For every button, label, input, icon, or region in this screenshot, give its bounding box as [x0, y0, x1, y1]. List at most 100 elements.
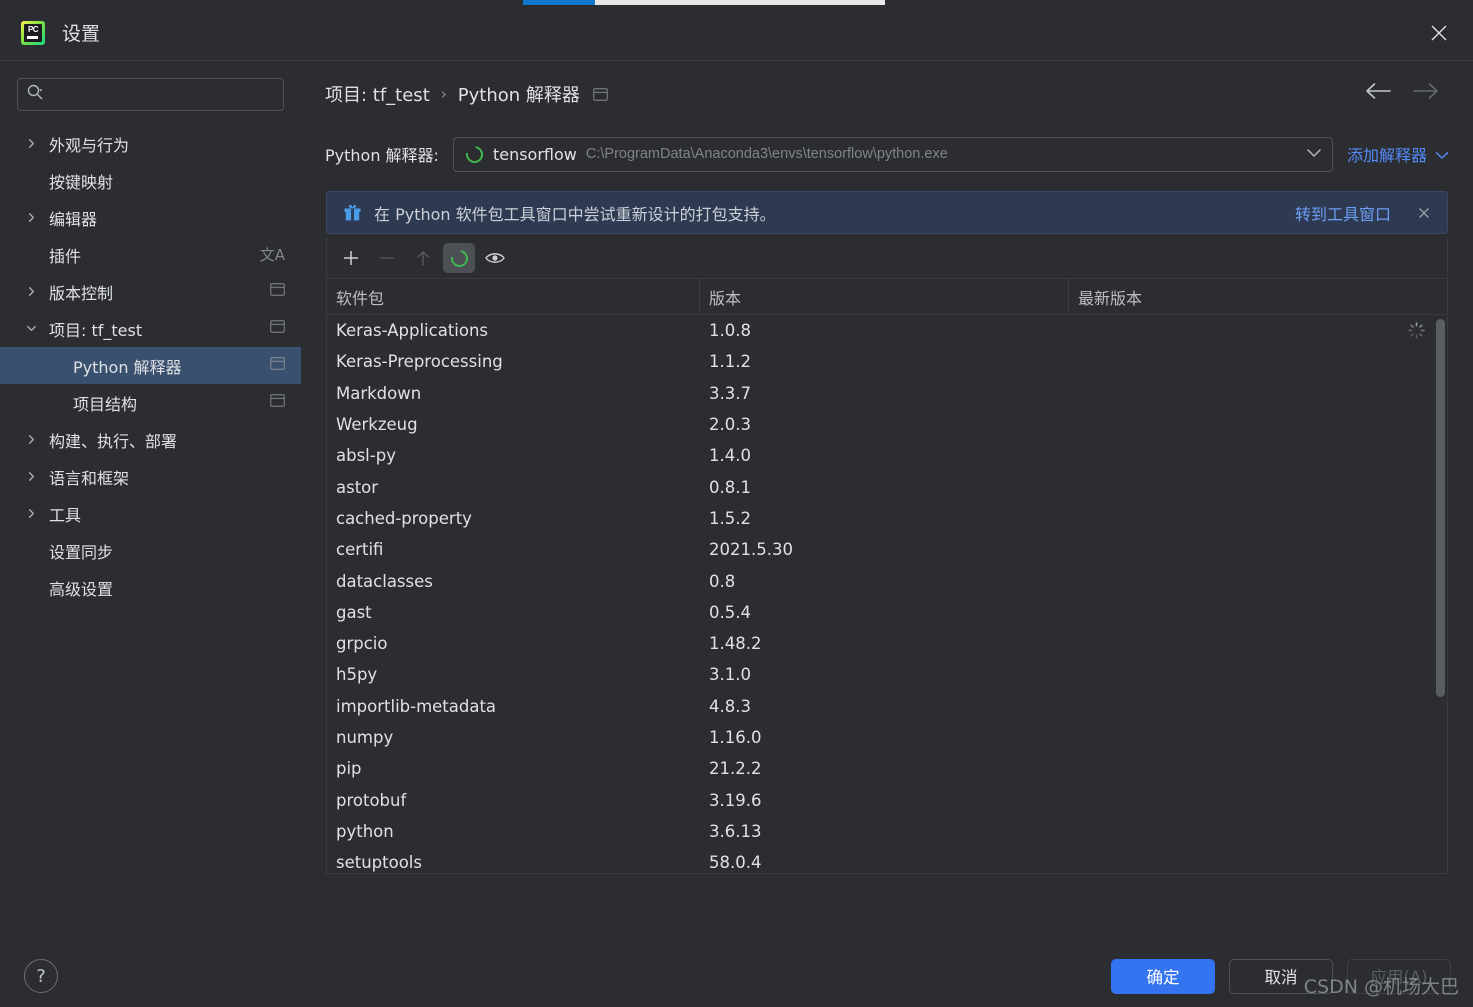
packages-row-list: Keras-Applications 1.0.8 Keras-Preprocessi…: [327, 315, 1437, 873]
table-row[interactable]: Keras-Applications 1.0.8: [327, 315, 1437, 346]
close-icon[interactable]: [1422, 16, 1456, 50]
sidebar-item-label: 语言和框架: [49, 468, 130, 488]
chevron-right-icon[interactable]: [24, 137, 38, 151]
chevron-down-icon[interactable]: [24, 322, 38, 336]
ok-button[interactable]: 确定: [1111, 958, 1215, 994]
cell-name: protobuf: [336, 790, 407, 810]
help-button[interactable]: ?: [24, 959, 58, 993]
table-row[interactable]: protobuf 3.19.6: [327, 784, 1437, 815]
project-level-settings-icon: [270, 282, 285, 301]
project-level-settings-icon: [592, 87, 608, 101]
search-box[interactable]: [17, 78, 284, 111]
sidebar-item-label: 设置同步: [49, 542, 114, 562]
sidebar-item-7[interactable]: 项目结构: [0, 384, 301, 421]
upgrade-package-button[interactable]: [407, 243, 439, 273]
table-row[interactable]: python 3.6.13: [327, 816, 1437, 847]
sidebar-item-label: 高级设置: [49, 579, 114, 599]
cancel-button[interactable]: 取消: [1229, 958, 1333, 994]
search-icon: [26, 83, 44, 106]
arrow-right-icon[interactable]: [1413, 82, 1439, 100]
table-row[interactable]: pip 21.2.2: [327, 753, 1437, 784]
cell-version: 0.5.4: [709, 602, 751, 622]
column-header-latest[interactable]: 最新版本: [1069, 279, 1447, 314]
sidebar-item-12[interactable]: 高级设置: [0, 569, 301, 606]
cell-version: 3.19.6: [709, 790, 762, 810]
sidebar-item-4[interactable]: 版本控制: [0, 273, 301, 310]
sidebar-item-2[interactable]: 编辑器: [0, 199, 301, 236]
breadcrumb: 项目: tf_test › Python 解释器: [301, 61, 1473, 127]
banner-close-icon[interactable]: [1413, 202, 1435, 224]
sidebar-item-label: 项目结构: [73, 394, 138, 414]
arrow-left-icon[interactable]: [1365, 82, 1391, 100]
chevron-right-icon[interactable]: [24, 433, 38, 447]
cell-version: 1.5.2: [709, 508, 751, 528]
table-row[interactable]: astor 0.8.1: [327, 471, 1437, 502]
breadcrumb-current: Python 解释器: [457, 85, 580, 106]
table-row[interactable]: Keras-Preprocessing 1.1.2: [327, 346, 1437, 377]
table-row[interactable]: cached-property 1.5.2: [327, 503, 1437, 534]
interpreter-name: tensorflow: [492, 144, 577, 164]
cell-version: 1.0.8: [709, 321, 751, 341]
settings-dialog: PC 设置 外观与行为 按键映射 编辑器 插件 文A 版本控制 项目: tf_t…: [0, 0, 1473, 1007]
sidebar-item-1[interactable]: 按键映射: [0, 162, 301, 199]
column-header-version[interactable]: 版本: [700, 279, 1069, 314]
packages-table-header: 软件包 版本 最新版本: [327, 279, 1447, 315]
sidebar-item-9[interactable]: 语言和框架: [0, 458, 301, 495]
project-level-settings-icon: [270, 356, 285, 375]
cell-name: importlib-metadata: [336, 696, 497, 716]
cell-name: Markdown: [336, 383, 422, 403]
table-row[interactable]: numpy 1.16.0: [327, 722, 1437, 753]
title-bar: PC 设置: [0, 5, 1473, 60]
conda-env-icon: [447, 246, 471, 270]
chevron-right-icon[interactable]: [24, 507, 38, 521]
table-row[interactable]: Werkzeug 2.0.3: [327, 409, 1437, 440]
sidebar-item-0[interactable]: 外观与行为: [0, 125, 301, 162]
column-header-package[interactable]: 软件包: [327, 279, 700, 314]
sidebar-item-3[interactable]: 插件 文A: [0, 236, 301, 273]
add-package-button[interactable]: [335, 243, 367, 273]
sidebar-item-6[interactable]: Python 解释器: [0, 347, 301, 384]
go-to-tool-window-link[interactable]: 转到工具窗口: [1295, 201, 1391, 225]
add-interpreter-button[interactable]: 添加解释器: [1347, 142, 1449, 166]
packages-scrollbar[interactable]: [1436, 315, 1445, 873]
cell-version: 1.16.0: [709, 728, 762, 747]
cell-version: 1.48.2: [709, 634, 762, 654]
sidebar-item-8[interactable]: 构建、执行、部署: [0, 421, 301, 458]
show-early-releases-button[interactable]: [479, 243, 511, 273]
sidebar-item-11[interactable]: 设置同步: [0, 532, 301, 569]
apply-button[interactable]: 应用(A): [1347, 958, 1451, 994]
table-row[interactable]: importlib-metadata 4.8.3: [327, 691, 1437, 722]
remove-package-button[interactable]: [371, 243, 403, 273]
table-row[interactable]: grpcio 1.48.2: [327, 628, 1437, 659]
table-row[interactable]: gast 0.5.4: [327, 597, 1437, 628]
table-row[interactable]: Markdown 3.3.7: [327, 378, 1437, 409]
table-row[interactable]: h5py 3.1.0: [327, 659, 1437, 690]
chevron-down-icon: [1435, 145, 1449, 164]
chevron-right-icon[interactable]: [24, 470, 38, 484]
cell-name: grpcio: [336, 634, 388, 654]
cell-version: 4.8.3: [709, 696, 751, 716]
cell-name: Keras-Applications: [336, 321, 489, 341]
table-row[interactable]: absl-py 1.4.0: [327, 440, 1437, 471]
table-row[interactable]: dataclasses 0.8: [327, 565, 1437, 596]
cell-version: 3.6.13: [709, 821, 762, 841]
breadcrumb-parent[interactable]: 项目: tf_test: [325, 81, 430, 107]
chevron-right-icon[interactable]: [24, 211, 38, 225]
sidebar-item-label: 外观与行为: [49, 135, 130, 155]
table-row[interactable]: certifi 2021.5.30: [327, 534, 1437, 565]
cell-version: 0.8.1: [709, 477, 751, 497]
packages-scrollbar-thumb[interactable]: [1436, 319, 1445, 697]
chevron-right-icon[interactable]: [24, 285, 38, 299]
conda-env-icon: [462, 142, 487, 166]
cell-name: dataclasses: [336, 571, 433, 591]
cell-name: gast: [336, 602, 372, 622]
interpreter-combo[interactable]: tensorflow C:\ProgramData\Anaconda3\envs…: [452, 136, 1333, 172]
sidebar-item-5[interactable]: 项目: tf_test: [0, 310, 301, 347]
search-input[interactable]: [50, 86, 275, 103]
table-row[interactable]: setuptools 58.0.4: [327, 847, 1437, 873]
packages-table-body: Keras-Applications 1.0.8 Keras-Preprocessi…: [327, 315, 1447, 873]
conda-env-button[interactable]: [443, 243, 475, 273]
sidebar-item-10[interactable]: 工具: [0, 495, 301, 532]
